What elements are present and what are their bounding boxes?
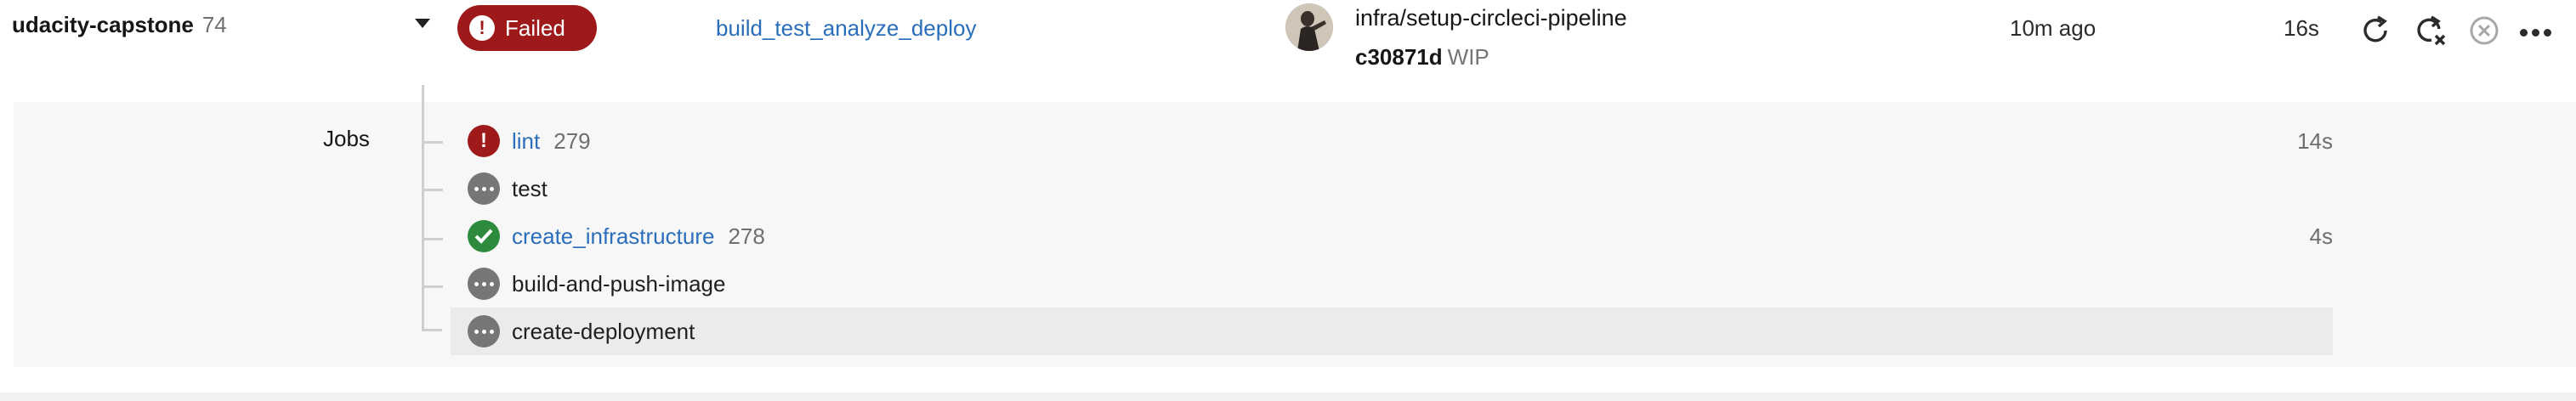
job-name[interactable]: create_infrastructure: [512, 223, 714, 250]
jobs-label: Jobs: [323, 126, 370, 151]
job-name: test: [512, 175, 548, 201]
job-name: build-and-push-image: [512, 270, 726, 297]
expand-chevron-icon[interactable]: [415, 19, 430, 28]
commit-info: c30871d WIP: [1355, 44, 1489, 71]
commit-sha[interactable]: c30871d: [1355, 44, 1443, 70]
section-divider: [0, 393, 2576, 401]
job-name: create-deployment: [512, 318, 695, 344]
job-row-create-deployment[interactable]: create-deployment: [451, 308, 2333, 355]
exclamation-icon: !: [469, 15, 495, 41]
job-number: 279: [553, 127, 591, 154]
rerun-failed-icon[interactable]: [2411, 12, 2448, 49]
pending-status-icon: [468, 172, 500, 205]
tree-tick: [424, 238, 443, 240]
status-badge[interactable]: ! Failed: [457, 5, 597, 51]
project-name-label: udacity-capstone: [12, 12, 194, 37]
failed-status-icon: !: [468, 125, 500, 157]
pending-status-icon: [468, 268, 500, 300]
job-number: 278: [728, 223, 765, 249]
tree-line: [422, 85, 424, 331]
job-row-build-and-push-image[interactable]: build-and-push-image: [451, 260, 2333, 308]
tree-tick: [424, 285, 443, 288]
job-row-test[interactable]: test: [451, 165, 2333, 212]
project-name[interactable]: udacity-capstone 74: [12, 12, 227, 38]
job-row-create-infrastructure[interactable]: create_infrastructure 278 4s: [451, 212, 2333, 260]
pending-status-icon: [468, 315, 500, 347]
rerun-icon[interactable]: [2357, 12, 2394, 49]
cancel-icon[interactable]: [2465, 12, 2503, 49]
status-label: Failed: [505, 14, 565, 41]
job-duration: 4s: [2309, 223, 2333, 249]
job-row-lint[interactable]: ! lint 279 14s: [451, 117, 2333, 165]
pipeline-duration: 16s: [2284, 15, 2319, 41]
job-name[interactable]: lint: [512, 128, 540, 155]
tree-tick: [424, 141, 443, 144]
tree-tick: [424, 189, 443, 191]
more-icon[interactable]: [2520, 25, 2557, 37]
tree-line-end: [422, 329, 442, 331]
success-check-icon: [468, 220, 500, 252]
branch-name[interactable]: infra/setup-circleci-pipeline: [1355, 5, 1627, 31]
avatar: [1285, 3, 1333, 51]
pipeline-number: 74: [201, 12, 227, 37]
commit-message: WIP: [1447, 44, 1489, 70]
time-ago: 10m ago: [2010, 15, 2097, 41]
job-duration: 14s: [2297, 127, 2333, 154]
workflow-link[interactable]: build_test_analyze_deploy: [716, 15, 976, 42]
